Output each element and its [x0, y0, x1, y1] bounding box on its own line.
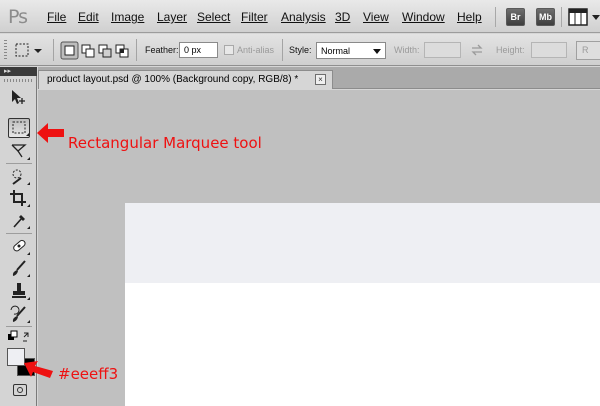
menu-filter[interactable]: Filter [241, 10, 268, 24]
lasso-tool[interactable] [8, 141, 30, 161]
rectangular-marquee-tool[interactable] [8, 118, 30, 138]
menu-analysis[interactable]: Analysis [281, 10, 326, 24]
menu-select[interactable]: Select [197, 10, 230, 24]
height-label: Height: [496, 45, 525, 55]
menu-separator [495, 7, 496, 27]
toolbox-separator [6, 326, 32, 327]
quick-mask-icon [17, 387, 23, 393]
tool-flyout-icon [27, 157, 30, 160]
arrange-documents-icon[interactable] [568, 8, 588, 26]
menu-window[interactable]: Window [402, 10, 445, 24]
tool-flyout-icon [27, 226, 30, 229]
width-label: Width: [394, 45, 420, 55]
options-separator [282, 39, 283, 61]
swap-dimensions-icon[interactable] [471, 44, 483, 56]
style-select-value: Normal [321, 46, 351, 56]
height-input[interactable] [531, 42, 567, 58]
width-input[interactable] [424, 42, 461, 58]
chevron-down-icon[interactable] [592, 15, 600, 20]
menu-help[interactable]: Help [457, 10, 482, 24]
spot-healing-tool[interactable] [8, 236, 30, 256]
menu-separator [561, 7, 562, 27]
close-icon[interactable]: × [315, 74, 326, 85]
anti-alias-checkbox[interactable] [224, 45, 234, 55]
eyedropper-tool[interactable] [8, 210, 30, 230]
default-colors-icon[interactable] [7, 330, 33, 344]
anti-alias-label: Anti-alias [237, 45, 275, 55]
chevron-down-icon [373, 49, 381, 54]
feather-input[interactable]: 0 px [179, 42, 218, 58]
color-annotation: #eeeff3 [58, 365, 119, 383]
tool-flyout-icon [27, 297, 30, 300]
options-bar: Feather: 0 px Anti-alias Style: Normal W… [0, 34, 600, 66]
document-tab[interactable]: product layout.psd @ 100% (Background co… [38, 70, 333, 89]
feather-label: Feather: [145, 45, 179, 55]
canvas-white-area [125, 283, 600, 406]
menu-edit[interactable]: Edit [78, 10, 99, 24]
options-separator [53, 39, 54, 61]
menu-3d[interactable]: 3D [335, 10, 350, 24]
move-icon [12, 90, 25, 104]
menu-layer[interactable]: Layer [157, 10, 187, 24]
document-tab-strip: product layout.psd @ 100% (Background co… [38, 67, 600, 89]
menu-file[interactable]: File [47, 10, 66, 24]
document-tab-title: product layout.psd @ 100% (Background co… [47, 74, 299, 85]
toolbox-separator [6, 233, 32, 234]
toolbox-grip[interactable] [4, 79, 33, 82]
bridge-button[interactable]: Br [506, 8, 525, 26]
photoshop-logo: Ps [8, 6, 28, 28]
history-brush-tool[interactable] [8, 304, 30, 324]
move-tool[interactable] [8, 87, 30, 107]
clone-stamp-tool[interactable] [8, 281, 30, 301]
tool-flyout-icon [27, 274, 30, 277]
style-label: Style: [289, 45, 312, 55]
menu-bar: Ps File Edit Image Layer Select Filter A… [0, 0, 600, 33]
options-separator [136, 39, 137, 61]
toolbox: ▸▸ [0, 67, 37, 406]
quick-selection-tool[interactable] [8, 166, 30, 186]
marquee-preset-icon[interactable] [14, 41, 44, 59]
style-select[interactable]: Normal [316, 42, 386, 59]
canvas-color-band [125, 203, 600, 283]
marquee-arrow-icon [37, 123, 64, 143]
refine-edge-button[interactable]: R [576, 41, 600, 60]
selection-mode-icons[interactable] [60, 41, 132, 60]
toolbox-separator [6, 163, 32, 164]
tool-flyout-icon [27, 320, 30, 323]
quick-mask-button[interactable] [13, 384, 27, 396]
crop-tool[interactable] [8, 188, 30, 208]
menu-view[interactable]: View [363, 10, 389, 24]
tool-flyout-icon [27, 252, 30, 255]
tool-flyout-icon [26, 133, 29, 136]
menu-image[interactable]: Image [111, 10, 144, 24]
brush-tool[interactable] [8, 258, 30, 278]
options-grip[interactable] [4, 40, 7, 60]
tool-flyout-icon [27, 204, 30, 207]
tool-flyout-icon [27, 182, 30, 185]
color-arrow-icon [24, 361, 53, 378]
marquee-annotation: Rectangular Marquee tool [68, 134, 262, 152]
toolbox-collapse-icon[interactable]: ▸▸ [0, 67, 37, 76]
mini-bridge-button[interactable]: Mb [536, 8, 555, 26]
